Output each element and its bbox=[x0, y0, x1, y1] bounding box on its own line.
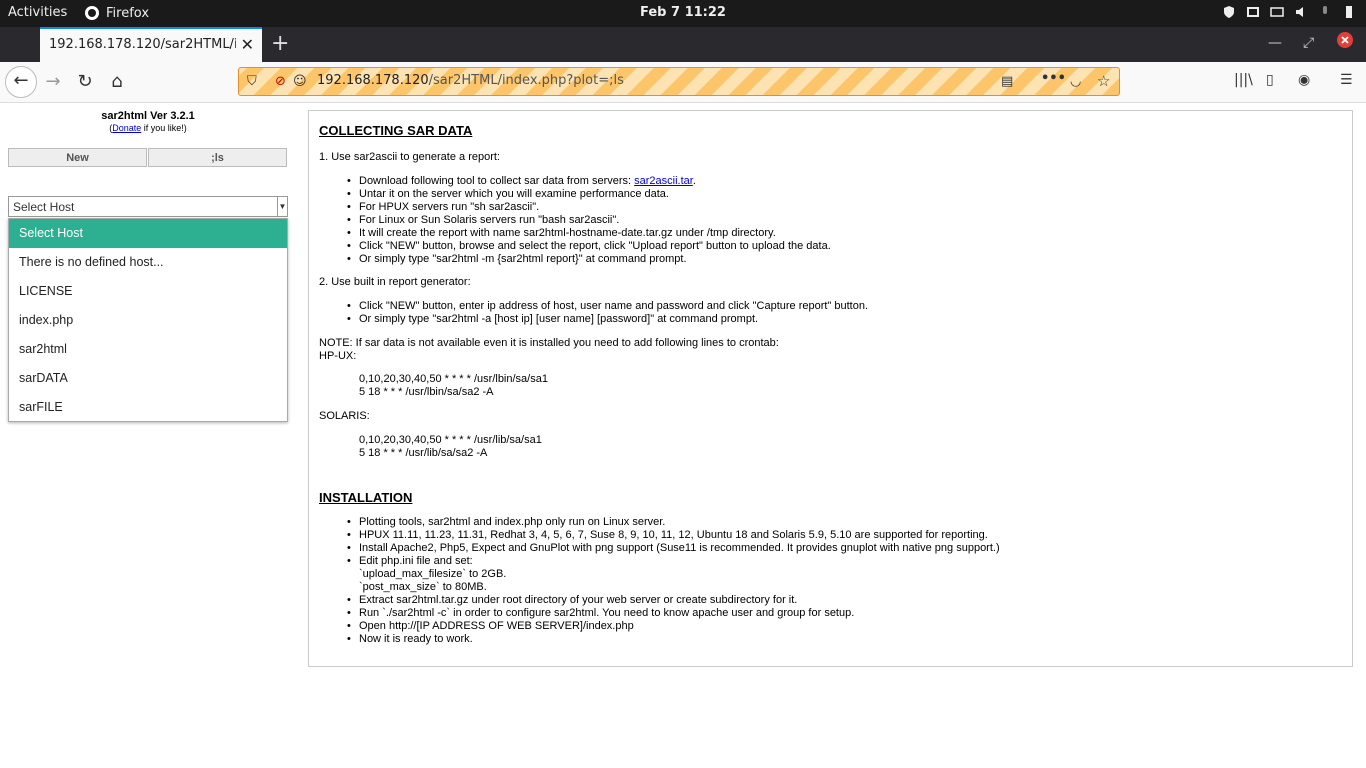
url-bar[interactable]: ⛉ ⊘ ☺ 192.168.178.120/sar2HTML/index.php… bbox=[238, 67, 1120, 96]
app-version: sar2html Ver 3.2.1 bbox=[101, 110, 195, 122]
app-menu[interactable]: Firefox bbox=[84, 5, 149, 21]
volume-icon bbox=[1296, 7, 1303, 17]
list-item: Run `./sar2html -c` in order to configur… bbox=[347, 607, 854, 619]
crontab-line: 5 18 * * * /usr/lbin/sa/sa2 -A bbox=[359, 386, 494, 398]
firefox-icon bbox=[85, 6, 99, 20]
network-icon bbox=[1247, 7, 1259, 17]
step2-text: 2. Use built in report generator: bbox=[319, 276, 471, 288]
new-tab-icon[interactable]: + bbox=[271, 31, 289, 56]
minimize-icon[interactable]: — bbox=[1268, 35, 1282, 51]
system-top-bar: Activities Firefox Feb 7 11:22 bbox=[0, 0, 1366, 27]
php-setting: `upload_max_filesize` to 2GB. bbox=[359, 568, 507, 580]
tab-bar: 192.168.178.120/sar2HTML/index.php?plot=… bbox=[0, 27, 1366, 62]
window-close-icon[interactable] bbox=[1337, 32, 1353, 52]
account-icon[interactable]: ◉ bbox=[1298, 72, 1310, 88]
host-dropdown-list: Select Host There is no defined host... … bbox=[8, 218, 288, 422]
list-item: Open http://[IP ADDRESS OF WEB SERVER]/i… bbox=[347, 620, 634, 632]
tab-title: 192.168.178.120/sar2HTML/index.php?plot=… bbox=[49, 37, 236, 52]
sidebar-icon[interactable]: ▯ bbox=[1266, 72, 1274, 88]
step1-text: 1. Use sar2ascii to generate a report: bbox=[319, 151, 500, 163]
library-icon[interactable]: |||\ bbox=[1234, 72, 1253, 88]
ls-button[interactable]: ;ls bbox=[148, 148, 287, 167]
heading-installation: INSTALLATION bbox=[319, 490, 413, 505]
donate-line: (Donate if you like!) bbox=[109, 123, 187, 133]
php-setting: `post_max_size` to 80MB. bbox=[359, 581, 487, 593]
shield-icon bbox=[1224, 6, 1234, 18]
action-buttons: New ;ls bbox=[8, 148, 287, 167]
bookmark-star-icon[interactable]: ☆ bbox=[1097, 72, 1110, 90]
solaris-label: SOLARIS: bbox=[319, 410, 370, 422]
forward-icon[interactable]: → bbox=[39, 68, 67, 96]
page-sidebar: sar2html Ver 3.2.1 (Donate if you like!)… bbox=[8, 108, 288, 422]
sar2ascii-download-link[interactable]: sar2ascii.tar bbox=[634, 175, 693, 187]
host-option[interactable]: LICENSE bbox=[9, 277, 287, 306]
microphone-icon bbox=[1323, 6, 1327, 14]
donate-link[interactable]: Donate bbox=[112, 123, 141, 133]
list-item: Download following tool to collect sar d… bbox=[347, 175, 696, 187]
list-item: HPUX 11.11, 11.23, 11.31, Redhat 3, 4, 5… bbox=[347, 529, 988, 541]
new-button[interactable]: New bbox=[8, 148, 147, 167]
tracking-shield-icon[interactable]: ⛉ bbox=[247, 74, 257, 89]
url-text[interactable]: 192.168.178.120/sar2HTML/index.php?plot=… bbox=[317, 73, 624, 88]
page-actions-icon[interactable]: ••• bbox=[1041, 71, 1066, 86]
screen-icon bbox=[1270, 7, 1284, 17]
host-select-value: Select Host bbox=[13, 200, 75, 214]
clock[interactable]: Feb 7 11:22 bbox=[0, 5, 1366, 20]
crontab-line: 5 18 * * * /usr/lib/sa/sa2 -A bbox=[359, 447, 488, 459]
list-item: Install Apache2, Php5, Expect and GnuPlo… bbox=[347, 542, 1000, 554]
battery-icon bbox=[1346, 6, 1352, 18]
host-option[interactable]: index.php bbox=[9, 306, 287, 335]
chevron-down-icon[interactable]: ▼ bbox=[277, 197, 287, 216]
list-item: Edit php.ini file and set: bbox=[347, 555, 473, 567]
heading-collecting: COLLECTING SAR DATA bbox=[319, 123, 473, 138]
host-option[interactable]: Select Host bbox=[9, 219, 287, 248]
host-option[interactable]: sar2html bbox=[9, 335, 287, 364]
system-tray[interactable] bbox=[1222, 5, 1356, 19]
list-item: Click "NEW" button, enter ip address of … bbox=[347, 300, 868, 312]
host-option[interactable]: sarFILE bbox=[9, 393, 287, 422]
crontab-line: 0,10,20,30,40,50 * * * * /usr/lbin/sa/sa… bbox=[359, 373, 548, 385]
app-name: Firefox bbox=[106, 5, 150, 21]
list-item: Plotting tools, sar2html and index.php o… bbox=[347, 516, 665, 528]
pocket-icon[interactable]: ◡ bbox=[1070, 74, 1081, 89]
crontab-line: 0,10,20,30,40,50 * * * * /usr/lib/sa/sa1 bbox=[359, 434, 542, 446]
list-item: Extract sar2html.tar.gz under root direc… bbox=[347, 594, 797, 606]
activities-button[interactable]: Activities bbox=[8, 5, 67, 20]
hpux-label: HP-UX: bbox=[319, 350, 357, 362]
remote-control-icon[interactable]: ☺ bbox=[293, 74, 307, 89]
list-item: Or simply type "sar2html -a [host ip] [u… bbox=[347, 313, 758, 325]
list-item: Click "NEW" button, browse and select th… bbox=[347, 240, 831, 252]
list-item: It will create the report with name sar2… bbox=[347, 227, 776, 239]
restore-icon[interactable]: ⤢ bbox=[1303, 35, 1314, 51]
host-select[interactable]: Select Host ▼ bbox=[8, 196, 288, 217]
navigation-toolbar: ← → ↻ ⌂ ⛉ ⊘ ☺ 192.168.178.120/sar2HTML/i… bbox=[0, 62, 1366, 103]
menu-icon[interactable]: ☰ bbox=[1340, 72, 1353, 88]
back-icon[interactable]: ← bbox=[5, 66, 37, 98]
insecure-connection-icon[interactable]: ⊘ bbox=[275, 74, 286, 89]
crontab-note: NOTE: If sar data is not available even … bbox=[319, 337, 779, 349]
host-option[interactable]: There is no defined host... bbox=[9, 248, 287, 277]
close-tab-icon[interactable]: ✕ bbox=[241, 35, 254, 54]
list-item: For Linux or Sun Solaris servers run "ba… bbox=[347, 214, 619, 226]
list-item: For HPUX servers run "sh sar2ascii". bbox=[347, 201, 539, 213]
main-content: COLLECTING SAR DATA 1. Use sar2ascii to … bbox=[308, 110, 1353, 667]
reload-icon[interactable]: ↻ bbox=[71, 68, 99, 96]
list-item: Now it is ready to work. bbox=[347, 633, 473, 645]
list-item: Untar it on the server which you will ex… bbox=[347, 188, 669, 200]
list-item: Or simply type "sar2html -m {sar2html re… bbox=[347, 253, 687, 265]
home-icon[interactable]: ⌂ bbox=[103, 68, 131, 96]
reader-view-icon[interactable]: ▤ bbox=[1001, 74, 1013, 89]
tab-active[interactable]: 192.168.178.120/sar2HTML/index.php?plot=… bbox=[40, 27, 262, 62]
host-option[interactable]: sarDATA bbox=[9, 364, 287, 393]
